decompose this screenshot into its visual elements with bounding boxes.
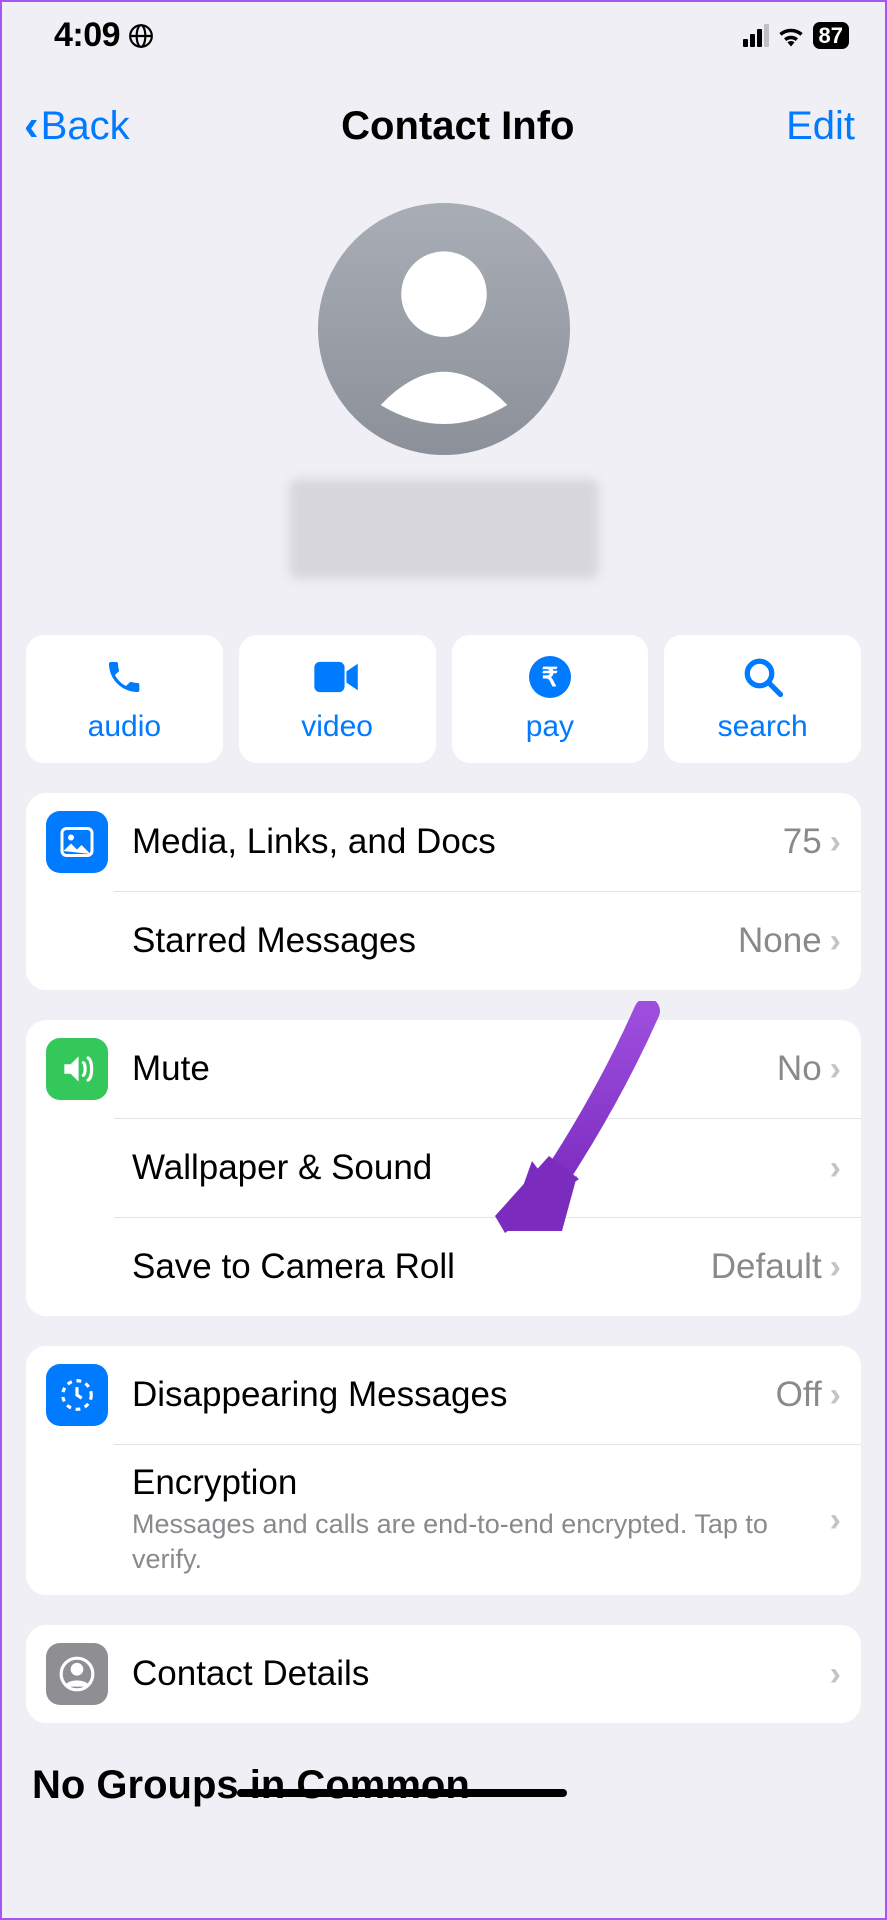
search-icon — [742, 654, 784, 700]
pay-label: pay — [526, 710, 574, 744]
audio-label: audio — [88, 710, 161, 744]
chevron-right-icon: › — [830, 1050, 841, 1089]
wifi-icon — [777, 25, 805, 47]
download-icon — [46, 1236, 108, 1298]
disappearing-messages-row[interactable]: Disappearing Messages Off › — [26, 1346, 861, 1444]
media-label: Media, Links, and Docs — [132, 822, 783, 862]
status-left: 4:09 — [54, 16, 154, 55]
rupee-icon: ₹ — [529, 654, 571, 700]
media-group: Media, Links, and Docs 75 › Starred Mess… — [26, 793, 861, 990]
wallpaper-sound-row[interactable]: Wallpaper & Sound › — [114, 1118, 861, 1217]
privacy-group: Disappearing Messages Off › Encryption M… — [26, 1346, 861, 1595]
encryption-row[interactable]: Encryption Messages and calls are end-to… — [114, 1444, 861, 1595]
encryption-label: Encryption — [132, 1463, 830, 1503]
status-time: 4:09 — [54, 16, 120, 55]
edit-button[interactable]: Edit — [786, 104, 855, 149]
photo-icon — [46, 811, 108, 873]
chevron-right-icon: › — [830, 922, 841, 961]
chevron-right-icon: › — [830, 1501, 841, 1540]
search-label: search — [718, 710, 808, 744]
back-label: Back — [41, 104, 130, 149]
save-camera-roll-row[interactable]: Save to Camera Roll Default › — [114, 1217, 861, 1316]
starred-value: None — [738, 921, 822, 961]
save-roll-label: Save to Camera Roll — [132, 1247, 711, 1287]
back-button[interactable]: ‹ Back — [24, 101, 130, 151]
lock-icon — [46, 1489, 108, 1551]
settings-group: Mute No › Wallpaper & Sound › Save to Ca… — [26, 1020, 861, 1316]
chevron-left-icon: ‹ — [24, 101, 39, 151]
chevron-right-icon: › — [830, 1248, 841, 1287]
contact-details-label: Contact Details — [132, 1654, 830, 1694]
cellular-signal-icon — [743, 25, 769, 47]
phone-icon — [104, 654, 144, 700]
flower-icon — [46, 1137, 108, 1199]
wallpaper-label: Wallpaper & Sound — [132, 1148, 830, 1188]
contact-name-redacted — [289, 479, 599, 579]
status-right: 87 — [743, 22, 849, 49]
starred-label: Starred Messages — [132, 921, 738, 961]
encryption-sub: Messages and calls are end-to-end encryp… — [132, 1507, 830, 1577]
speaker-icon — [46, 1038, 108, 1100]
contact-details-row[interactable]: Contact Details › — [26, 1625, 861, 1723]
media-count: 75 — [783, 822, 822, 862]
mute-label: Mute — [132, 1049, 777, 1089]
globe-icon — [128, 23, 154, 49]
mute-value: No — [777, 1049, 822, 1089]
timer-icon — [46, 1364, 108, 1426]
contact-profile — [2, 203, 885, 579]
groups-section-title: No Groups in Common — [2, 1723, 885, 1808]
video-icon — [314, 654, 360, 700]
battery-level: 87 — [813, 22, 849, 49]
chevron-right-icon: › — [830, 823, 841, 862]
search-button[interactable]: search — [664, 635, 861, 763]
nav-header: ‹ Back Contact Info Edit — [2, 65, 885, 163]
status-bar: 4:09 87 — [2, 2, 885, 65]
chevron-right-icon: › — [830, 1655, 841, 1694]
chevron-right-icon: › — [830, 1376, 841, 1415]
save-roll-value: Default — [711, 1247, 822, 1287]
audio-call-button[interactable]: audio — [26, 635, 223, 763]
mute-row[interactable]: Mute No › — [26, 1020, 861, 1118]
page-title: Contact Info — [341, 104, 574, 149]
person-circle-icon — [46, 1643, 108, 1705]
starred-messages-row[interactable]: Starred Messages None › — [114, 891, 861, 990]
media-links-docs-row[interactable]: Media, Links, and Docs 75 › — [26, 793, 861, 891]
disappearing-label: Disappearing Messages — [132, 1375, 776, 1415]
action-row: audio video ₹ pay search — [2, 635, 885, 763]
star-icon — [46, 910, 108, 972]
pay-button[interactable]: ₹ pay — [452, 635, 649, 763]
disappearing-value: Off — [776, 1375, 822, 1415]
contact-details-group: Contact Details › — [26, 1625, 861, 1723]
avatar-icon[interactable] — [318, 203, 570, 455]
strikethrough-annotation — [237, 1789, 567, 1797]
chevron-right-icon: › — [830, 1149, 841, 1188]
video-label: video — [301, 710, 373, 744]
video-call-button[interactable]: video — [239, 635, 436, 763]
